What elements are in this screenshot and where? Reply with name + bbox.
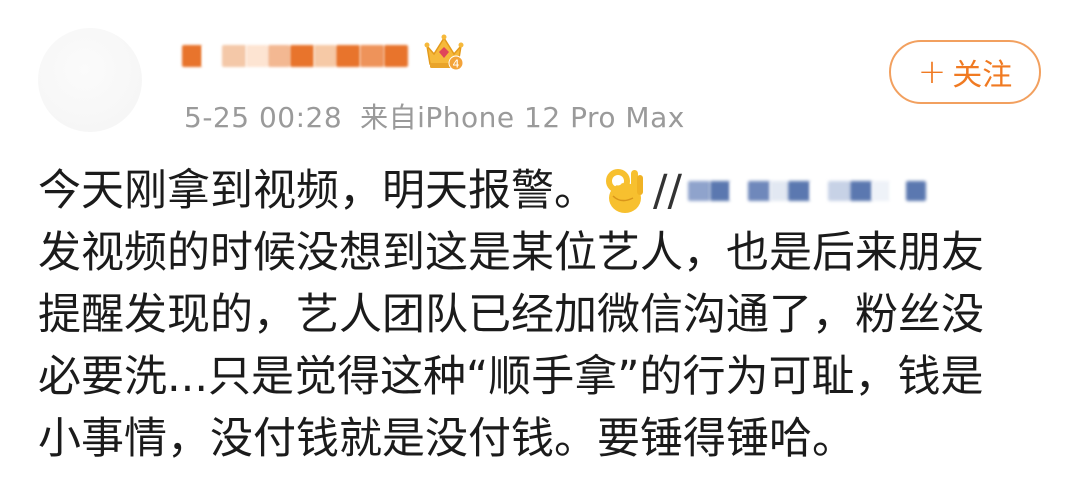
mention-blurred[interactable] [687, 174, 926, 208]
follow-label: 关注 [952, 58, 1013, 93]
post-line-1-text: 今天刚拿到视频，明天报警。 [38, 166, 597, 216]
repost-separator: // [653, 166, 682, 216]
post-source[interactable]: 来自iPhone 12 Pro Max [360, 101, 685, 134]
post-line-5: 小事情，没付钱就是没付钱。要锤得锤哈。 [38, 414, 855, 464]
post-line-1: 今天刚拿到视频，明天报警。 // [38, 160, 1048, 222]
post-timestamp: 5-25 00:28 [184, 101, 343, 134]
plus-icon: + [917, 52, 947, 92]
svg-text:4: 4 [453, 58, 460, 71]
follow-button[interactable]: + 关注 [889, 40, 1041, 104]
crown-badge-icon: 4 [423, 30, 465, 72]
post-line-2: 发视频的时候没想到这是某位艺人，也是后来朋友 [38, 228, 984, 278]
ok-hand-emoji-icon [601, 166, 647, 216]
post-line-4: 必要洗...只是觉得这种“顺手拿”的行为可耻，钱是 [38, 352, 984, 402]
post-line-3: 提醒发现的，艺人团队已经加微信沟通了，粉丝没 [38, 290, 984, 340]
username-blurred[interactable] [182, 42, 414, 70]
avatar[interactable] [38, 28, 142, 132]
post-text: 今天刚拿到视频，明天报警。 // 发视频的时候没想到这是某位艺人，也是后来朋友 … [38, 160, 1048, 470]
post-meta: 5-25 00:28 来自iPhone 12 Pro Max [184, 96, 685, 136]
